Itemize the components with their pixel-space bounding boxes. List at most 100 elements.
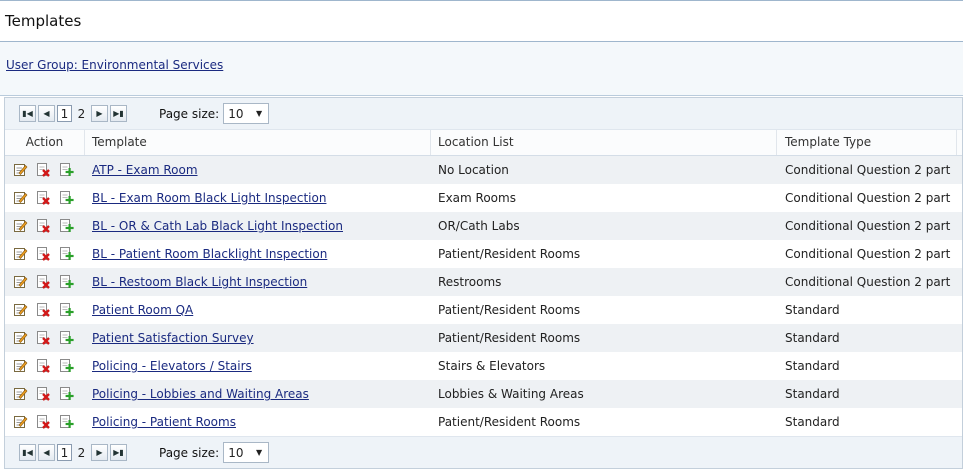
type-cell: Standard — [785, 387, 840, 401]
row-actions — [13, 358, 74, 373]
row-actions — [13, 218, 74, 233]
edit-icon[interactable] — [13, 246, 28, 261]
templates-grid: ▮◀ ◀ 1 2 ▶ ▶▮ Page size: 10 ▼ Action Tem… — [4, 97, 963, 469]
row-actions — [13, 414, 74, 429]
edit-icon[interactable] — [13, 414, 28, 429]
template-link[interactable]: ATP - Exam Room — [92, 163, 198, 177]
next-page-icon[interactable]: ▶ — [91, 444, 108, 461]
copy-icon[interactable] — [59, 302, 74, 317]
copy-icon[interactable] — [59, 414, 74, 429]
copy-icon[interactable] — [59, 274, 74, 289]
page-size-select[interactable]: 10 ▼ — [223, 442, 270, 463]
page-size-value: 10 — [228, 106, 244, 121]
type-cell: Standard — [785, 415, 840, 429]
delete-icon[interactable] — [36, 386, 51, 401]
template-cell: Policing - Patient Rooms — [92, 408, 236, 436]
chevron-down-icon: ▼ — [256, 448, 263, 457]
edit-icon[interactable] — [13, 162, 28, 177]
copy-icon[interactable] — [59, 162, 74, 177]
template-cell: ATP - Exam Room — [92, 156, 198, 184]
template-link[interactable]: Policing - Elevators / Stairs — [92, 359, 252, 373]
template-link[interactable]: Patient Room QA — [92, 303, 193, 317]
location-cell: Patient/Resident Rooms — [438, 415, 581, 429]
table-row: BL - Restoom Black Light Inspection Restr… — [5, 268, 962, 296]
column-header-action[interactable]: Action — [5, 130, 85, 155]
user-group-link[interactable]: User Group: Environmental Services — [6, 58, 223, 72]
copy-icon[interactable] — [59, 358, 74, 373]
template-cell: BL - OR & Cath Lab Black Light Inspectio… — [92, 212, 343, 240]
page-number-2[interactable]: 2 — [74, 105, 89, 122]
template-cell: Patient Room QA — [92, 296, 193, 324]
edit-icon[interactable] — [13, 358, 28, 373]
row-actions — [13, 330, 74, 345]
type-cell: Conditional Question 2 part — [785, 163, 951, 177]
column-header-type[interactable]: Template Type — [777, 130, 957, 155]
template-link[interactable]: BL - OR & Cath Lab Black Light Inspectio… — [92, 219, 343, 233]
page-size-value: 10 — [228, 445, 244, 460]
template-cell: Policing - Lobbies and Waiting Areas — [92, 380, 309, 408]
column-header-template[interactable]: Template — [85, 130, 431, 155]
type-cell: Standard — [785, 303, 840, 317]
edit-icon[interactable] — [13, 386, 28, 401]
delete-icon[interactable] — [36, 358, 51, 373]
edit-icon[interactable] — [13, 190, 28, 205]
delete-icon[interactable] — [36, 218, 51, 233]
delete-icon[interactable] — [36, 162, 51, 177]
table-row: BL - Exam Room Black Light Inspection Exa… — [5, 184, 962, 212]
template-link[interactable]: Policing - Patient Rooms — [92, 415, 236, 429]
table-header: Action Template Location List Template T… — [5, 130, 962, 156]
row-actions — [13, 190, 74, 205]
table-row: BL - Patient Room Blacklight Inspection P… — [5, 240, 962, 268]
last-page-icon[interactable]: ▶▮ — [110, 444, 127, 461]
location-cell: Restrooms — [438, 275, 502, 289]
template-link[interactable]: Policing - Lobbies and Waiting Areas — [92, 387, 309, 401]
page-size-label: Page size: — [159, 106, 220, 121]
edit-icon[interactable] — [13, 274, 28, 289]
row-actions — [13, 162, 74, 177]
template-link[interactable]: BL - Patient Room Blacklight Inspection — [92, 247, 327, 261]
copy-icon[interactable] — [59, 246, 74, 261]
table-row: Patient Satisfaction Survey Patient/Resid… — [5, 324, 962, 352]
delete-icon[interactable] — [36, 274, 51, 289]
copy-icon[interactable] — [59, 386, 74, 401]
template-link[interactable]: BL - Exam Room Black Light Inspection — [92, 191, 326, 205]
template-cell: Policing - Elevators / Stairs — [92, 352, 252, 380]
type-cell: Conditional Question 2 part — [785, 191, 951, 205]
location-cell: OR/Cath Labs — [438, 219, 520, 233]
row-actions — [13, 274, 74, 289]
page-number-2[interactable]: 2 — [74, 444, 89, 461]
previous-page-icon[interactable]: ◀ — [38, 105, 55, 122]
copy-icon[interactable] — [59, 190, 74, 205]
copy-icon[interactable] — [59, 330, 74, 345]
page-number-1[interactable]: 1 — [57, 444, 72, 461]
first-page-icon[interactable]: ▮◀ — [19, 105, 36, 122]
edit-icon[interactable] — [13, 302, 28, 317]
location-cell: No Location — [438, 163, 509, 177]
column-header-location[interactable]: Location List — [431, 130, 777, 155]
location-cell: Stairs & Elevators — [438, 359, 546, 373]
template-link[interactable]: BL - Restoom Black Light Inspection — [92, 275, 307, 289]
next-page-icon[interactable]: ▶ — [91, 105, 108, 122]
edit-icon[interactable] — [13, 218, 28, 233]
page-size-select[interactable]: 10 ▼ — [223, 103, 270, 124]
delete-icon[interactable] — [36, 190, 51, 205]
table-row: ATP - Exam Room No Location Conditional Qu… — [5, 156, 962, 184]
template-cell: BL - Exam Room Black Light Inspection — [92, 184, 326, 212]
previous-page-icon[interactable]: ◀ — [38, 444, 55, 461]
pager-top: ▮◀ ◀ 1 2 ▶ ▶▮ Page size: 10 ▼ — [5, 98, 962, 130]
edit-icon[interactable] — [13, 330, 28, 345]
template-cell: Patient Satisfaction Survey — [92, 324, 254, 352]
table-body: ATP - Exam Room No Location Conditional Qu… — [5, 156, 962, 436]
user-group-bar: User Group: Environmental Services — [0, 42, 963, 96]
location-cell: Patient/Resident Rooms — [438, 331, 581, 345]
copy-icon[interactable] — [59, 218, 74, 233]
delete-icon[interactable] — [36, 302, 51, 317]
page-number-1[interactable]: 1 — [57, 105, 72, 122]
first-page-icon[interactable]: ▮◀ — [19, 444, 36, 461]
location-cell: Exam Rooms — [438, 191, 516, 205]
delete-icon[interactable] — [36, 330, 51, 345]
delete-icon[interactable] — [36, 414, 51, 429]
delete-icon[interactable] — [36, 246, 51, 261]
template-link[interactable]: Patient Satisfaction Survey — [92, 331, 254, 345]
last-page-icon[interactable]: ▶▮ — [110, 105, 127, 122]
